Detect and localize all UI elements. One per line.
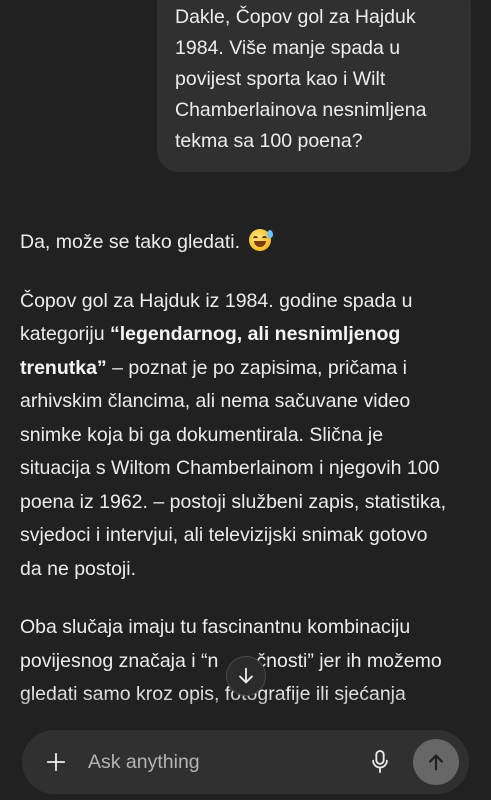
assistant-bold-text: “legendarnog, ali nesnimljenog: [109, 323, 401, 345]
add-attachment-button[interactable]: [40, 746, 72, 778]
chat-screen: Dakle, Čopov gol za Hajduk 1984. Više ma…: [0, 0, 491, 800]
assistant-line: situacija s Wiltom Chamberlainom i njego…: [20, 457, 440, 479]
user-message-line: povijest sporta kao i Wilt: [175, 68, 386, 90]
arrow-down-icon: [239, 667, 253, 684]
user-message-line: Chamberlainova nesnimljena: [175, 99, 427, 121]
assistant-line: arhivskim člancima, ali nema sačuvane vi…: [20, 390, 411, 412]
user-message-line: tekma sa 100 poena?: [175, 130, 363, 152]
assistant-message: Da, može se tako gledati. Čopov gol za H…: [20, 226, 475, 712]
assistant-line: da ne postoji.: [20, 557, 137, 580]
voice-input-button[interactable]: [366, 748, 394, 776]
user-message-line: 1984. Više manje spada u: [175, 37, 401, 59]
user-message-bubble: Dakle, Čopov gol za Hajduk 1984. Više ma…: [157, 0, 471, 172]
scroll-to-bottom-button[interactable]: [226, 656, 266, 696]
assistant-paragraph-1: Da, može se tako gledati.: [20, 226, 475, 260]
sweat-smile-emoji-icon: [249, 229, 274, 251]
assistant-line: snimke koja bi ga dokumentirala. Slična …: [20, 423, 384, 446]
emoji-mouth: [254, 241, 267, 247]
microphone-icon: [372, 750, 388, 773]
assistant-line: kategoriju “legendarnog, ali nesnimljeno…: [20, 318, 475, 352]
assistant-line: trenutka” – poznat je po zapisima, priča…: [20, 352, 475, 386]
assistant-line: Čopov gol za Hajduk iz 1984. godine spad…: [20, 289, 413, 312]
assistant-text: čnosti” jer ih možemo: [256, 649, 442, 672]
composer-bar: [22, 730, 469, 794]
assistant-line: poena iz 1962. – postoji službeni zapis,…: [20, 490, 447, 513]
user-message-line: Dakle, Čopov gol za Hajduk: [175, 6, 416, 28]
arrow-up-icon: [428, 754, 444, 771]
assistant-bold-text: trenutka”: [20, 356, 107, 379]
assistant-text: – poznat je po zapisima, pričama i: [106, 356, 407, 379]
assistant-line: svjedoci i intervjui, ali televizijski s…: [20, 524, 428, 546]
assistant-text: povijesnog značaja i “n: [20, 649, 219, 672]
assistant-text: Da, može se tako gledati.: [20, 231, 241, 253]
message-input[interactable]: [88, 748, 348, 776]
send-button[interactable]: [413, 739, 459, 785]
assistant-text: kategoriju: [20, 323, 110, 345]
emoji-sweat-drop: [267, 230, 274, 238]
assistant-line: Oba slučaja imaju tu fascinantnu kombina…: [20, 616, 411, 638]
plus-icon: [46, 752, 66, 772]
